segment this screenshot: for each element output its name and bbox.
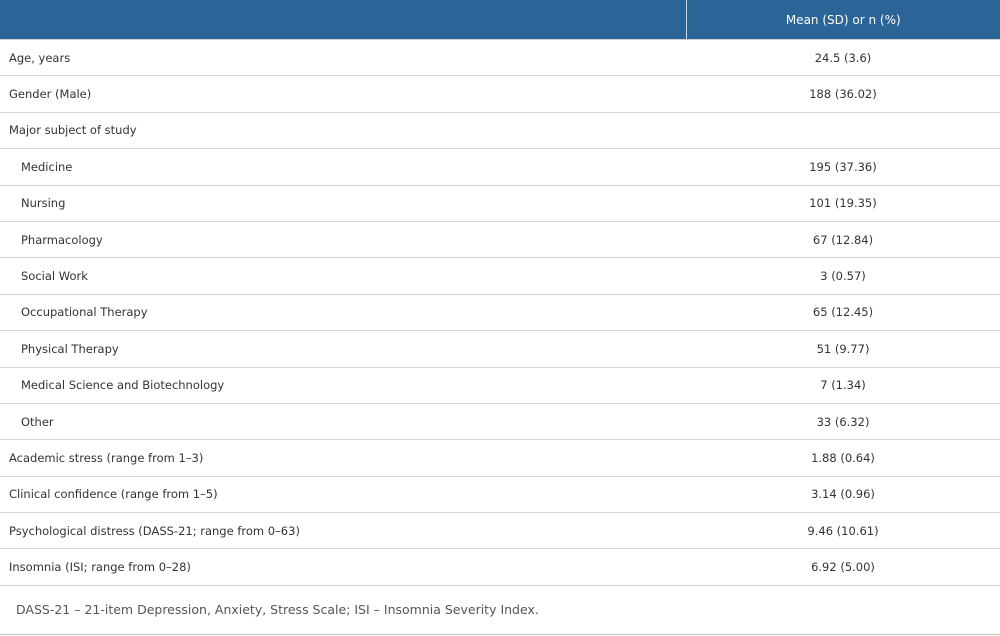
row-label: Other [0, 403, 686, 441]
table-row: Nursing 101 (19.35) [0, 185, 1000, 222]
table-row: Age, years 24.5 (3.6) [0, 39, 1000, 77]
table-row: Medical Science and Biotechnology 7 (1.34… [0, 367, 1000, 404]
header-label-column [0, 0, 687, 40]
row-value: 24.5 (3.6) [686, 39, 1000, 77]
table-row: Other 33 (6.32) [0, 403, 1000, 441]
table-body: Age, years 24.5 (3.6) Gender (Male) 188 (36… [0, 39, 1000, 586]
table-row: Major subject of study [0, 112, 1000, 150]
row-label: Clinical confidence (range from 1–5) [0, 476, 686, 514]
header-value-column: Mean (SD) or n (%) [686, 0, 1000, 40]
row-value: 51 (9.77) [686, 330, 1000, 368]
row-value: 7 (1.34) [686, 367, 1000, 404]
row-label: Gender (Male) [0, 75, 686, 113]
row-value: 9.46 (10.61) [686, 512, 1000, 550]
row-value: 101 (19.35) [686, 185, 1000, 222]
row-label: Physical Therapy [0, 330, 686, 368]
table-row: Occupational Therapy 65 (12.45) [0, 294, 1000, 332]
row-value: 1.88 (0.64) [686, 439, 1000, 477]
row-label: Pharmacology [0, 221, 686, 259]
row-label: Insomnia (ISI; range from 0–28) [0, 548, 686, 586]
table-row: Psychological distress (DASS-21; range f… [0, 512, 1000, 550]
row-value: 195 (37.36) [686, 148, 1000, 186]
data-table-container: Mean (SD) or n (%) Age, years 24.5 (3.6) G… [0, 0, 1000, 635]
row-value [686, 112, 1000, 150]
row-value: 6.92 (5.00) [686, 548, 1000, 586]
row-value: 188 (36.02) [686, 75, 1000, 113]
table-row: Clinical confidence (range from 1–5) 3.14… [0, 476, 1000, 514]
row-label: Medical Science and Biotechnology [0, 367, 686, 404]
table-row: Pharmacology 67 (12.84) [0, 221, 1000, 259]
row-label: Occupational Therapy [0, 294, 686, 332]
row-value: 67 (12.84) [686, 221, 1000, 259]
row-label: Academic stress (range from 1–3) [0, 439, 686, 477]
row-label: Social Work [0, 257, 686, 295]
descriptive-statistics-table: Mean (SD) or n (%) Age, years 24.5 (3.6) G… [0, 0, 1000, 586]
table-row: Academic stress (range from 1–3) 1.88 (0.… [0, 439, 1000, 477]
row-label: Age, years [0, 39, 686, 77]
table-row: Gender (Male) 188 (36.02) [0, 75, 1000, 113]
table-row: Insomnia (ISI; range from 0–28) 6.92 (5.0… [0, 548, 1000, 586]
row-value: 33 (6.32) [686, 403, 1000, 441]
row-label: Major subject of study [0, 112, 686, 150]
table-row: Medicine 195 (37.36) [0, 148, 1000, 186]
table-header: Mean (SD) or n (%) [0, 0, 1000, 40]
row-value: 65 (12.45) [686, 294, 1000, 332]
table-row: Physical Therapy 51 (9.77) [0, 330, 1000, 368]
row-label: Medicine [0, 148, 686, 186]
row-value: 3.14 (0.96) [686, 476, 1000, 514]
header-row: Mean (SD) or n (%) [0, 0, 1000, 40]
table-footnote: DASS-21 – 21-item Depression, Anxiety, S… [0, 586, 1000, 635]
row-label: Nursing [0, 185, 686, 222]
row-value: 3 (0.57) [686, 257, 1000, 295]
row-label: Psychological distress (DASS-21; range f… [0, 512, 686, 550]
table-row: Social Work 3 (0.57) [0, 257, 1000, 295]
